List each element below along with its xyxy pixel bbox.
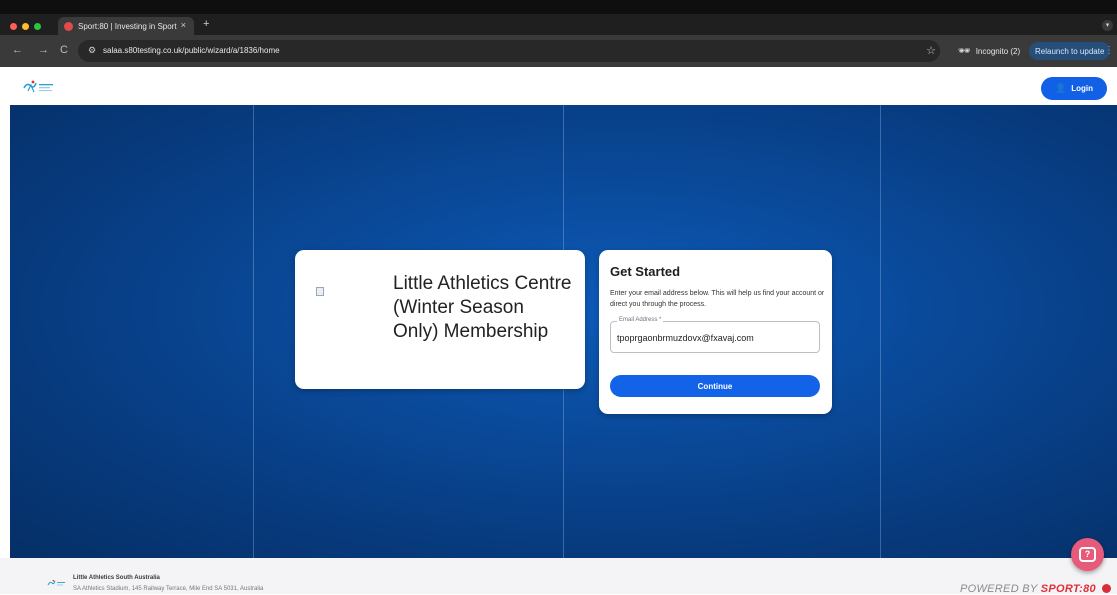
reload-icon[interactable]: C [60,44,68,56]
powered-by-logo[interactable]: POWERED BY SPORT:80 [960,583,1112,595]
get-started-description: Enter your email address below. This wil… [610,290,825,308]
back-arrow-icon[interactable]: ← [12,44,23,56]
favicon-icon [64,21,73,31]
address-bar[interactable]: ⚙ salaa.s80testing.co.uk/public/wizard/a… [78,40,940,62]
window-close-dot[interactable] [10,23,17,30]
tab-close-icon[interactable]: × [181,20,186,30]
hero-divider [880,105,881,558]
footer-address: SA Athletics Stadium, 145 Railway Terrac… [73,586,264,592]
email-field-value[interactable]: tpoprgaonbrmuzdovx@fxavaj.com [617,333,754,343]
menu-kebab-icon[interactable]: ⋮ [1104,45,1114,56]
powered-by-brand: SPORT:80 [1040,583,1096,595]
window-zoom-dot[interactable] [34,23,41,30]
continue-button[interactable]: Continue [610,375,820,397]
incognito-indicator[interactable]: 🕶 Incognito (2) [950,42,1028,60]
bookmark-star-icon[interactable]: ☆ [926,44,936,57]
get-started-title: Get Started [610,264,681,279]
login-label: Login [1071,84,1093,93]
hero-background: Little Athletics Centre (Winter Season O… [10,105,1117,558]
page-left-gutter [0,105,10,558]
browser-toolbar: ← → C ⚙ salaa.s80testing.co.uk/public/wi… [0,35,1117,67]
tab-search-icon[interactable]: ▾ [1102,20,1113,31]
email-field-label: Email Address * [617,317,664,323]
sport80-ball-icon [1102,584,1112,593]
help-chat-button[interactable]: ? [1071,538,1104,571]
browser-tab[interactable]: Sport:80 | Investing in Sport × [58,17,194,35]
url-text[interactable]: salaa.s80testing.co.uk/public/wizard/a/1… [103,46,280,55]
user-icon: 👤 [1055,83,1067,93]
footer-org-name: Little Athletics South Australia [73,575,160,581]
forward-arrow-icon[interactable]: → [38,44,49,56]
hero-divider [253,105,254,558]
login-button[interactable]: 👤 Login [1041,77,1107,100]
little-athletics-logo[interactable] [22,79,56,95]
incognito-label: Incognito (2) [975,46,1021,56]
broken-image-icon [316,287,324,296]
powered-by-prefix: POWERED BY [960,583,1038,595]
new-tab-icon[interactable]: + [203,18,209,30]
footer-logo [47,579,65,586]
get-started-card: Get Started Enter your email address bel… [599,250,832,414]
tab-title: Sport:80 | Investing in Sport [78,21,177,31]
program-card: Little Athletics Centre (Winter Season O… [295,250,585,389]
site-header: 👤 Login [0,67,1117,105]
incognito-icon: 🕶 [958,45,971,57]
window-minimize-dot[interactable] [22,23,29,30]
site-footer: Little Athletics South Australia SA Athl… [0,558,1117,595]
window-top-edge [0,0,1117,14]
email-field[interactable]: Email Address * tpoprgaonbrmuzdovx@fxava… [610,317,820,353]
help-chat-icon: ? [1079,547,1096,562]
site-info-icon[interactable]: ⚙ [88,45,96,56]
relaunch-button[interactable]: Relaunch to update [1029,42,1111,60]
browser-tab-bar: Sport:80 | Investing in Sport × + ▾ [0,0,1117,35]
program-title: Little Athletics Centre (Winter Season O… [393,273,572,342]
